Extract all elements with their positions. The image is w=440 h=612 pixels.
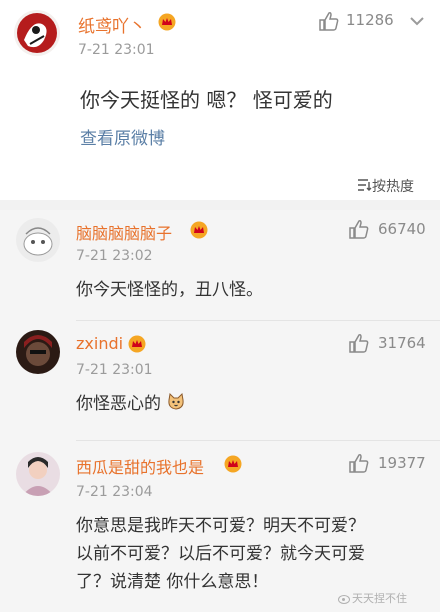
comment-list: 脑脑脑脑脑子 66740 7-21 23:02 你今天怪怪的，丑八怪。 zxin… — [0, 210, 440, 612]
comment-text-line: 了？说清楚 你什么意思！ — [76, 572, 269, 592]
comment-text: 你意思是我昨天不可爱？明天不可爱？ 以前不可爱？以后不可爱？就今天可爱 了？说清… — [76, 512, 365, 596]
thumbs-up-icon[interactable] — [318, 10, 340, 32]
comment-text-content: 你怪恶心的 — [76, 394, 161, 414]
post-text: 你今天挺怪的 嗯？ 怪可爱的 — [80, 88, 333, 112]
like-count: 66740 — [378, 220, 426, 238]
thumbs-up-icon[interactable] — [348, 332, 370, 354]
comment-text-line: 你意思是我昨天不可爱？明天不可爱？ — [76, 516, 365, 536]
thumbs-up-icon[interactable] — [348, 452, 370, 474]
sort-label: 按热度 — [372, 179, 414, 195]
like-count: 19377 — [378, 454, 426, 472]
commenter-avatar[interactable] — [16, 330, 60, 374]
sort-toggle[interactable]: 按热度 — [0, 170, 440, 200]
comment-text: 你怪恶心的 — [76, 390, 186, 418]
comment-item: 脑脑脑脑脑子 66740 7-21 23:02 你今天怪怪的，丑八怪。 — [0, 210, 440, 320]
cat-emoji-icon — [168, 392, 185, 410]
crown-badge-icon — [158, 13, 176, 31]
commenter-avatar[interactable] — [16, 218, 60, 262]
comment-time: 7-21 23:04 — [76, 484, 153, 500]
author-avatar[interactable] — [14, 10, 60, 56]
like-count: 11286 — [346, 11, 394, 29]
comment-separator — [76, 440, 440, 441]
sort-icon — [358, 179, 372, 191]
commenter-name[interactable]: zxindi — [76, 334, 123, 353]
post-time: 7-21 23:01 — [78, 42, 155, 58]
chevron-down-icon[interactable] — [408, 12, 426, 30]
thumbs-up-icon[interactable] — [348, 218, 370, 240]
comment-separator — [76, 320, 440, 321]
like-count: 31764 — [378, 334, 426, 352]
section-divider — [0, 200, 440, 210]
comment-text: 你今天怪怪的，丑八怪。 — [76, 280, 263, 300]
crown-badge-icon — [128, 335, 146, 353]
author-name[interactable]: 纸鸢吖丶 — [78, 12, 146, 37]
commenter-name[interactable]: 脑脑脑脑脑子 — [76, 220, 172, 244]
view-original-link[interactable]: 查看原微博 — [80, 124, 165, 149]
comment-time: 7-21 23:01 — [76, 362, 153, 378]
comment-item: zxindi 31764 7-21 23:01 你怪恶心的 — [0, 324, 440, 440]
weibo-logo-icon — [338, 595, 350, 604]
commenter-name[interactable]: 西瓜是甜的我也是 — [76, 454, 204, 478]
watermark-text: 天天捏不住 — [352, 592, 407, 605]
comment-time: 7-21 23:02 — [76, 248, 153, 264]
commenter-avatar[interactable] — [16, 452, 60, 496]
crown-badge-icon — [190, 221, 208, 239]
comment-item: 西瓜是甜的我也是 19377 7-21 23:04 你意思是我昨天不可爱？明天不… — [0, 444, 440, 612]
main-post: 纸鸢吖丶 11286 7-21 23:01 你今天挺怪的 嗯？ 怪可爱的 查看原… — [0, 0, 440, 200]
comment-text-line: 以前不可爱？以后不可爱？就今天可爱 — [76, 544, 365, 564]
crown-badge-icon — [224, 455, 242, 473]
